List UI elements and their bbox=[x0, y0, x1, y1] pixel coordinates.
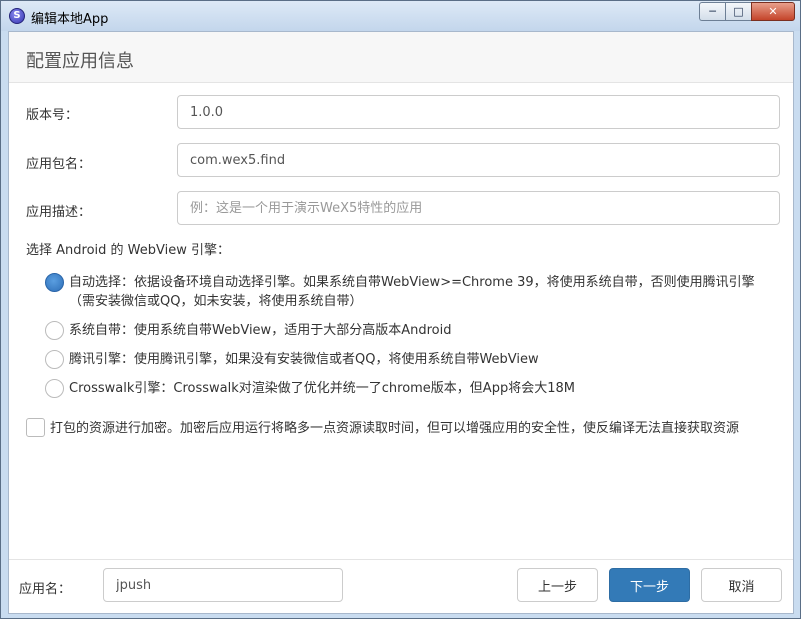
close-button[interactable]: ✕ bbox=[751, 2, 795, 21]
radio-label-system: 系统自带：使用系统自带WebView，适用于大部分高版本Android bbox=[69, 323, 452, 338]
radio-label-crosswalk: Crosswalk引擎：Crosswalk对渲染做了优化并统一了chrome版本… bbox=[69, 381, 575, 396]
dialog-footer: 应用名： 上一步 下一步 取消 bbox=[9, 559, 793, 613]
page-title: 配置应用信息 bbox=[26, 51, 134, 72]
title-bar[interactable]: S 编辑本地App ─ □ ✕ bbox=[1, 1, 800, 31]
window-title: 编辑本地App bbox=[31, 12, 109, 27]
prev-step-button[interactable]: 上一步 bbox=[517, 568, 598, 602]
radio-option-auto[interactable]: 自动选择：依据设备环境自动选择引擎。如果系统自带WebView>=Chrome … bbox=[45, 273, 769, 311]
radio-option-crosswalk[interactable]: Crosswalk引擎：Crosswalk对渲染做了优化并统一了chrome版本… bbox=[45, 379, 769, 398]
version-label: 版本号： bbox=[26, 108, 79, 123]
encrypt-checkbox[interactable] bbox=[26, 418, 45, 437]
encrypt-option[interactable]: 打包的资源进行加密。加密后应用运行将略多一点资源读取时间，但可以增强应用的安全性… bbox=[26, 418, 780, 439]
dialog-header: 配置应用信息 bbox=[9, 32, 793, 83]
app-name-label: 应用名： bbox=[19, 582, 72, 597]
app-window: S 编辑本地App ─ □ ✕ 配置应用信息 版本号： 应用包名： 应用描述： … bbox=[0, 0, 801, 619]
description-label: 应用描述： bbox=[26, 205, 92, 220]
cancel-button[interactable]: 取消 bbox=[701, 568, 782, 602]
window-controls: ─ □ ✕ bbox=[699, 2, 795, 21]
package-label: 应用包名： bbox=[26, 157, 92, 172]
radio-option-tencent[interactable]: 腾讯引擎：使用腾讯引擎，如果没有安装微信或者QQ，将使用系统自带WebView bbox=[45, 350, 769, 369]
description-input[interactable] bbox=[177, 191, 780, 225]
dialog-body: 配置应用信息 版本号： 应用包名： 应用描述： 选择 Android 的 Web… bbox=[8, 31, 794, 614]
radio-label-tencent: 腾讯引擎：使用腾讯引擎，如果没有安装微信或者QQ，将使用系统自带WebView bbox=[69, 352, 539, 367]
webview-engine-label: 选择 Android 的 WebView 引擎： bbox=[26, 243, 230, 258]
radio-button-tencent[interactable] bbox=[45, 350, 64, 369]
encrypt-label: 打包的资源进行加密。加密后应用运行将略多一点资源读取时间，但可以增强应用的安全性… bbox=[50, 421, 740, 436]
app-name-input[interactable] bbox=[103, 568, 343, 602]
radio-button-system[interactable] bbox=[45, 321, 64, 340]
minimize-button[interactable]: ─ bbox=[699, 2, 725, 21]
next-step-button[interactable]: 下一步 bbox=[609, 568, 690, 602]
radio-option-system[interactable]: 系统自带：使用系统自带WebView，适用于大部分高版本Android bbox=[45, 321, 769, 340]
radio-button-auto[interactable] bbox=[45, 273, 64, 292]
radio-label-auto: 自动选择：依据设备环境自动选择引擎。如果系统自带WebView>=Chrome … bbox=[69, 275, 755, 309]
package-input[interactable] bbox=[177, 143, 780, 177]
version-input[interactable] bbox=[177, 95, 780, 129]
maximize-button[interactable]: □ bbox=[725, 2, 751, 21]
app-logo-icon: S bbox=[9, 8, 25, 24]
radio-button-crosswalk[interactable] bbox=[45, 379, 64, 398]
